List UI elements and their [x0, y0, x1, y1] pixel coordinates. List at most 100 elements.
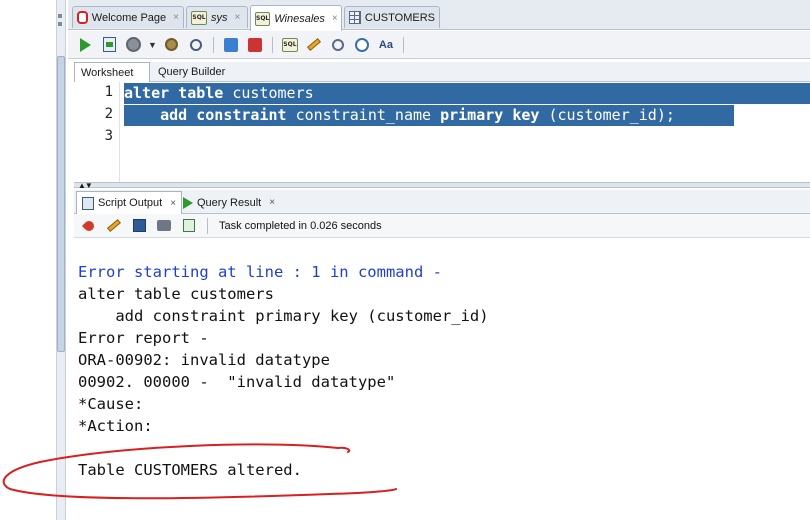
sql-history-button[interactable] [353, 36, 371, 54]
output-line: add constraint primary key (customer_id) [78, 307, 489, 325]
search-icon [331, 38, 344, 51]
explain-plan-button[interactable] [163, 36, 181, 54]
output-line: ORA-00902: invalid datatype [78, 351, 330, 369]
line-number: 3 [104, 128, 113, 144]
save-icon [132, 219, 146, 232]
sql-indent [124, 106, 160, 124]
sql-editor[interactable]: 1 2 3 alter table customers add constrai… [74, 82, 810, 182]
close-icon[interactable]: × [173, 12, 179, 23]
line-number: 1 [104, 84, 113, 100]
editor-output-splitter[interactable]: ▲▼ [74, 181, 810, 190]
output-line: alter table customers [78, 285, 274, 303]
play-icon [183, 196, 193, 209]
open-output-button[interactable] [180, 217, 198, 235]
clear-button[interactable] [305, 36, 323, 54]
toolbar-separator [207, 217, 208, 234]
toolbar-separator [402, 36, 404, 53]
output-line: Error starting at line : 1 in command - [78, 263, 442, 281]
sql-tuning-button[interactable]: SQL [281, 36, 299, 54]
tab-label: Welcome Page [91, 11, 167, 24]
document-icon [183, 219, 195, 232]
left-marker [58, 22, 62, 26]
tab-label: Winesales [274, 12, 325, 25]
output-line: Table CUSTOMERS altered. [78, 461, 302, 479]
tab-winesales[interactable]: SQL Winesales × [250, 5, 342, 31]
status-text: Task completed in 0.026 seconds [219, 219, 382, 232]
code-line-1: alter table customers [124, 83, 810, 104]
eraser-icon [107, 219, 121, 232]
toolbar-separator [271, 36, 273, 53]
run-script-icon [102, 37, 116, 52]
left-scrollbar-thumb[interactable] [57, 56, 65, 352]
close-icon[interactable]: × [170, 198, 176, 209]
tab-welcome-page[interactable]: Welcome Page × [72, 6, 184, 28]
line-number: 2 [104, 106, 113, 122]
tab-label: Query Result [197, 196, 262, 209]
output-line: *Cause: [78, 395, 144, 413]
clock-icon [354, 37, 369, 52]
sql-worksheet-icon: SQL [191, 10, 207, 25]
output-line: 00902. 00000 - "invalid datatype" [78, 373, 396, 391]
tab-label: sys [211, 11, 228, 24]
document-tab-bar: Welcome Page × SQL sys × SQL Winesales ×… [68, 0, 810, 31]
pin-button[interactable] [80, 217, 98, 235]
tab-label: CUSTOMERS [364, 11, 435, 24]
format-button[interactable]: Aa [377, 36, 395, 54]
sql-keyword: alter table [124, 84, 224, 102]
output-toolbar: Task completed in 0.026 seconds [74, 214, 810, 238]
run-script-button[interactable] [100, 36, 118, 54]
code-line-2: add constraint constraint_name primary k… [124, 105, 734, 126]
commit-icon [223, 37, 238, 52]
tab-query-builder[interactable]: Query Builder [152, 62, 231, 82]
left-panel [0, 0, 60, 520]
play-icon [79, 37, 91, 52]
rollback-icon [247, 37, 262, 52]
sql-tuning-icon: SQL [281, 37, 298, 52]
oracle-icon [77, 11, 88, 24]
autotrace-button[interactable] [187, 36, 205, 54]
output-line: Error report - [78, 329, 209, 347]
tab-query-result[interactable]: Query Result × [178, 191, 280, 214]
worksheet-toolbar: ▼ SQL Aa [68, 31, 810, 59]
output-line: *Action: [78, 417, 153, 435]
print-icon [157, 220, 171, 231]
sql-text: (customer_id); [539, 106, 675, 124]
tab-script-output[interactable]: Script Output × [76, 191, 183, 214]
script-output-panel[interactable]: Error starting at line : 1 in command - … [74, 238, 810, 520]
sql-worksheet-icon: SQL [255, 11, 271, 26]
tab-label: Script Output [98, 197, 163, 209]
splitter-arrows-icon[interactable]: ▲▼ [78, 181, 93, 190]
clear-output-button[interactable] [105, 217, 123, 235]
output-tab-bar: Script Output × Query Result × [74, 190, 810, 214]
editor-sub-tabs: Worksheet Query Builder [74, 62, 810, 82]
explain-plan-icon [165, 38, 179, 51]
left-marker [58, 14, 62, 18]
close-icon[interactable]: × [235, 12, 241, 23]
table-icon [349, 11, 361, 24]
chevron-down-icon[interactable]: ▼ [148, 40, 157, 50]
commit-button[interactable] [222, 36, 240, 54]
print-output-button[interactable] [155, 217, 173, 235]
tab-worksheet[interactable]: Worksheet [74, 62, 150, 82]
rollback-button[interactable] [246, 36, 264, 54]
sql-keyword: primary key [440, 106, 540, 124]
sql-text: customers [223, 84, 314, 102]
toolbar-separator [212, 36, 214, 53]
format-case-icon: Aa [378, 38, 393, 51]
run-statement-button[interactable] [76, 36, 94, 54]
pin-icon [81, 218, 97, 233]
line-number-gutter: 1 2 3 [74, 82, 120, 182]
sql-keyword: add constraint [160, 106, 287, 124]
sql-developer-main: Welcome Page × SQL sys × SQL Winesales ×… [68, 0, 810, 520]
search-icon [189, 38, 202, 51]
eraser-icon [306, 38, 321, 51]
history-button[interactable] [329, 36, 347, 54]
gear-icon [125, 37, 141, 52]
close-icon[interactable]: × [332, 13, 338, 24]
tab-customers[interactable]: CUSTOMERS [344, 6, 440, 28]
tab-sys[interactable]: SQL sys × [186, 6, 248, 28]
connection-button[interactable] [124, 36, 142, 54]
save-output-button[interactable] [130, 217, 148, 235]
close-icon[interactable]: × [269, 197, 275, 208]
sql-text: constraint_name [286, 106, 441, 124]
